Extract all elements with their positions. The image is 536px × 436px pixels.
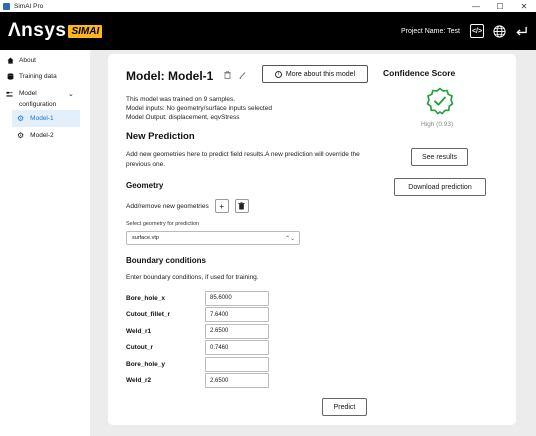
- geometry-heading: Geometry: [126, 181, 164, 190]
- database-icon: [6, 72, 14, 80]
- edit-icon[interactable]: [239, 71, 246, 81]
- trash-icon: [238, 202, 245, 210]
- logo-word: Λnsys: [8, 20, 67, 41]
- gear-icon: ⚙: [17, 114, 25, 123]
- window-title: SimAI Pro: [14, 2, 44, 10]
- boundary-conditions-heading: Boundary conditions: [126, 256, 206, 265]
- model-info-line: Model Output: displacement, eqvStress: [126, 114, 240, 121]
- confidence-value: High (0.93): [421, 121, 454, 128]
- boundary-name: Bore_hole_y: [126, 360, 166, 368]
- code-icon[interactable]: </>: [470, 24, 484, 38]
- confidence-score-heading: Confidence Score: [383, 68, 456, 78]
- chevron-updown-icon: ⌃⌄: [284, 235, 295, 242]
- maximize-button[interactable]: ☐: [488, 0, 512, 12]
- more-about-model-button[interactable]: i More about this model: [262, 65, 368, 83]
- sidebar-item-training-data[interactable]: Training data: [0, 68, 90, 84]
- boundary-value-input[interactable]: 2.6500: [205, 323, 269, 339]
- boundary-name: Cutout_r: [126, 344, 154, 352]
- delete-geometry-button[interactable]: [234, 199, 249, 213]
- window-controls: — ☐ ✕: [464, 0, 536, 12]
- geometry-select-value: surface.vtp: [132, 235, 159, 241]
- boundary-conditions-table: Bore_hole_x 85.6000 Cutout_fillet_r 7.64…: [126, 290, 269, 389]
- gear-icon: ⚙: [17, 131, 25, 140]
- add-remove-label: Add/remove new geometries: [126, 202, 209, 210]
- logo-badge: SIMAI: [68, 24, 103, 38]
- sidebar-item-label: Model-2: [30, 132, 54, 139]
- model-info-line: This model was trained on 9 samples.: [126, 96, 236, 103]
- sidebar-item-label: About: [19, 56, 36, 64]
- boundary-row: Weld_r1 2.6500: [126, 323, 269, 340]
- sidebar-group-label: Model configuration: [19, 90, 57, 108]
- sidebar-item-about[interactable]: About: [0, 52, 90, 68]
- chevron-down-icon[interactable]: ⌄: [68, 90, 74, 98]
- about-button-label: More about this model: [285, 70, 356, 78]
- app-header: Λnsys SIMAI Project Name: Test </>: [0, 12, 536, 50]
- window-titlebar: SimAI Pro — ☐ ✕: [0, 0, 536, 12]
- globe-icon[interactable]: [492, 24, 506, 38]
- boundary-name: Cutout_fillet_r: [126, 311, 171, 319]
- new-prediction-description: Add new geometries here to predict field…: [126, 151, 360, 168]
- model-info: This model was trained on 9 samples. Mod…: [126, 95, 272, 122]
- tune-icon: [6, 91, 14, 100]
- boundary-value-input[interactable]: [205, 356, 269, 372]
- sidebar-item-model-2[interactable]: ⚙ Model-2: [12, 127, 80, 144]
- boundary-row: Cutout_r 0.7460: [126, 340, 269, 357]
- boundary-name: Weld_r1: [126, 327, 152, 335]
- boundary-row: Bore_hole_y: [126, 356, 269, 373]
- see-results-button[interactable]: See results: [411, 148, 468, 166]
- page-title: Model: Model-1: [126, 69, 214, 83]
- new-prediction-heading: New Prediction: [126, 131, 195, 142]
- sidebar-item-label: Model-1: [30, 115, 54, 122]
- model-info-line: Model inputs: No geometry/surface inputs…: [126, 105, 272, 112]
- logout-icon[interactable]: [514, 24, 528, 38]
- boundary-name: Bore_hole_x: [126, 294, 166, 302]
- boundary-conditions-description: Enter boundary conditions, if used for t…: [126, 274, 259, 281]
- sidebar-item-label: Training data: [19, 72, 57, 80]
- home-icon: [6, 56, 14, 64]
- boundary-row: Cutout_fillet_r 7.6400: [126, 307, 269, 324]
- minimize-button[interactable]: —: [464, 0, 488, 12]
- boundary-value-input[interactable]: 7.6400: [205, 307, 269, 323]
- header-actions: Project Name: Test </>: [401, 12, 528, 50]
- boundary-row: Bore_hole_x 85.6000: [126, 290, 269, 307]
- boundary-name: Weld_r2: [126, 377, 152, 385]
- delete-icon[interactable]: [224, 71, 231, 81]
- ansys-simai-logo: Λnsys SIMAI: [8, 20, 103, 42]
- project-name: Project Name: Test: [400, 27, 460, 35]
- add-geometry-button[interactable]: +: [214, 199, 229, 213]
- sidebar: About Training data Model configuration …: [0, 50, 90, 436]
- sidebar-item-model-1[interactable]: ⚙ Model-1: [12, 110, 80, 127]
- info-icon: i: [274, 70, 282, 78]
- boundary-value-input[interactable]: 2.6500: [205, 373, 269, 389]
- model-card: Model: Model-1 i More about this model T…: [108, 54, 516, 425]
- boundary-value-input[interactable]: 0.7460: [205, 340, 269, 356]
- title-actions: [224, 71, 246, 81]
- geometry-select-label: Select geometry for prediction: [126, 221, 200, 227]
- predict-button[interactable]: Predict: [322, 398, 367, 416]
- sidebar-group-model-configuration[interactable]: Model configuration ⌄: [0, 84, 90, 110]
- geometry-actions: Add/remove new geometries +: [126, 199, 249, 213]
- download-prediction-button[interactable]: Download prediction: [394, 178, 486, 196]
- close-window-button[interactable]: ✕: [512, 0, 536, 12]
- boundary-row: Weld_r2 2.6500: [126, 373, 269, 390]
- verified-check-icon: [426, 87, 454, 115]
- boundary-value-input[interactable]: 85.6000: [205, 290, 269, 306]
- app-icon: [3, 2, 10, 10]
- geometry-select[interactable]: surface.vtp ⌃⌄: [126, 231, 300, 245]
